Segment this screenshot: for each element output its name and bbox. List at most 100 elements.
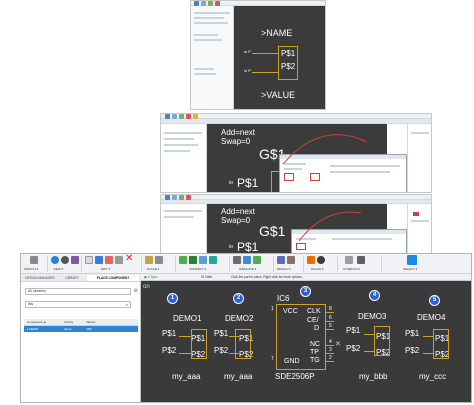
tab-library[interactable]: LIBRARY xyxy=(59,275,85,281)
ic-pin-clk: CLK xyxy=(307,308,321,315)
gate-label: G$1 xyxy=(259,223,286,239)
pin-label: P$1 xyxy=(237,176,259,190)
part-badge: 1 xyxy=(167,293,178,304)
erc-icon xyxy=(307,256,315,264)
schematic-editor-window: SWITCH ▾ VIEW ▾ ✕ EDIT ▾ PLACE ▾ CONNECT… xyxy=(20,253,472,403)
ic-pin-d: D xyxy=(314,325,320,332)
analysis-icon xyxy=(253,256,261,264)
screenshot-device-editor: Add=next Swap=0 G$1 P$1 io xyxy=(160,194,432,254)
junction-icon xyxy=(209,256,217,264)
pin-label: P$1 xyxy=(405,329,420,338)
ribbon-group-place[interactable]: PLACE ▾ xyxy=(143,255,173,273)
pin-direction: io P xyxy=(244,49,251,54)
ribbon-group-select[interactable]: SELECT ▾ xyxy=(401,255,425,273)
part-badge: 3 xyxy=(300,286,311,297)
table-row[interactable]: ▸ DEMO demo ABC xyxy=(24,326,138,332)
row-variant: ABC xyxy=(86,327,93,331)
tab-place-component[interactable]: PLACE COMPONENT xyxy=(87,275,139,281)
ic-pin-number: 1 xyxy=(271,306,274,312)
pin-prefix: io xyxy=(229,180,233,186)
ic-pin-number: 4 xyxy=(329,339,332,345)
ribbon-group-simulate[interactable]: SIMULATE ▾ xyxy=(231,255,271,273)
part-badge: 2 xyxy=(233,293,244,304)
command-hint: Click the part to place. Right click for… xyxy=(231,275,303,279)
right-panel xyxy=(407,124,431,192)
component-table-header: Component ▲ Library Variant xyxy=(24,319,138,326)
ribbon-toolbar: SWITCH ▾ VIEW ▾ ✕ EDIT ▾ PLACE ▾ CONNECT… xyxy=(21,254,471,274)
ic-pin-nc: NC xyxy=(310,341,321,348)
swap-label: Swap=0 xyxy=(221,216,251,225)
pin-label: P$1 xyxy=(237,240,259,254)
part-symbol-demo3[interactable] xyxy=(374,326,390,356)
ribbon-group-rules[interactable]: RULES ▾ xyxy=(305,255,335,273)
connection-arrow xyxy=(298,211,362,242)
swap-label: Swap=0 xyxy=(221,137,251,146)
screenshot-symbol-editor: >NAME >VALUE P$1 P$2 io P io P xyxy=(190,0,326,110)
column-component[interactable]: Component ▲ xyxy=(27,319,46,326)
ic-pin-tp: TP xyxy=(310,349,319,356)
pin-highlight xyxy=(284,173,294,181)
add-label: Add=next xyxy=(221,128,256,137)
ribbon-group-edit[interactable]: ✕ EDIT ▾ xyxy=(83,254,139,273)
ic-pin-number: 8 xyxy=(329,306,332,312)
ic-pin-number: 6 xyxy=(329,315,332,321)
part-name: DEMO4 xyxy=(417,313,446,322)
part-value: my_aaa xyxy=(224,372,253,381)
screenshot-device-editor: Add=next Swap=0 G$1 P$1 io xyxy=(160,113,432,193)
symbol-body[interactable] xyxy=(278,46,298,80)
column-library[interactable]: Library xyxy=(64,319,73,326)
search-icon[interactable]: ⌕ xyxy=(126,302,128,307)
net-count: 91 Nets xyxy=(201,275,212,279)
info-icon xyxy=(51,256,59,264)
cut-icon xyxy=(105,256,113,264)
part-badge: 5 xyxy=(429,295,440,306)
select-icon xyxy=(407,255,417,265)
side-panel xyxy=(161,124,207,192)
grid-indicator[interactable]: ▣ ▾ Sym xyxy=(144,274,157,281)
symbol-icon xyxy=(345,256,353,264)
ribbon-group-symbols[interactable]: SYMBOLS ▾ xyxy=(339,255,379,273)
switch-icon xyxy=(30,256,38,264)
symbol-canvas[interactable]: >NAME >VALUE P$1 P$2 io P io P xyxy=(234,6,325,109)
part-symbol-demo1[interactable] xyxy=(191,329,207,359)
part-value: SDE2506P xyxy=(275,372,315,381)
move-icon xyxy=(95,256,103,264)
ribbon-group-connect[interactable]: CONNECT ▾ xyxy=(177,255,227,273)
sheet-icon xyxy=(287,256,295,264)
ribbon-group-design[interactable]: DESIGN ▾ xyxy=(275,255,301,273)
copy-icon xyxy=(85,256,93,264)
part-symbol-demo2[interactable] xyxy=(235,329,251,359)
canvas-corner-label: on xyxy=(143,284,150,290)
component-search-input[interactable]: lbls ⌕ xyxy=(25,301,131,308)
part-name: DEMO3 xyxy=(358,312,387,321)
no-connect-icon: ✕ xyxy=(335,341,341,348)
right-panel xyxy=(407,204,431,253)
part-symbol-demo4[interactable] xyxy=(433,329,449,359)
probe-icon xyxy=(233,256,241,264)
ic-pin-gnd: GND xyxy=(284,358,300,365)
pin-label: P$1 xyxy=(214,329,229,338)
name-placeholder: >NAME xyxy=(261,28,293,38)
panel-tabs: DESIGN MANAGER LIBRARY PLACE COMPONENT xyxy=(21,274,141,282)
part-name: DEMO1 xyxy=(173,314,202,323)
label-icon xyxy=(199,256,207,264)
pin-label: P$2 xyxy=(405,346,420,355)
column-variant[interactable]: Variant xyxy=(86,319,95,326)
pin-direction: io P xyxy=(244,68,251,73)
tab-design-manager[interactable]: DESIGN MANAGER xyxy=(23,275,57,281)
pad-highlight xyxy=(310,173,320,181)
row-library: demo xyxy=(64,327,72,331)
ic-pin-ce: CE/ xyxy=(307,317,319,324)
layers-icon xyxy=(71,256,79,264)
ribbon-group-switch[interactable]: SWITCH ▾ xyxy=(23,255,45,273)
ribbon-group-view[interactable]: VIEW ▾ xyxy=(49,255,79,273)
side-panel xyxy=(191,6,234,109)
gear-icon[interactable]: ⚙ xyxy=(134,289,138,294)
add-label: Add=next xyxy=(221,207,256,216)
text-icon xyxy=(155,256,163,264)
library-filter-select[interactable]: All Libraries ⚙ xyxy=(25,288,138,295)
eye-icon xyxy=(61,256,69,264)
part-value: my_aaa xyxy=(172,372,201,381)
pin-label: P$2 xyxy=(162,346,177,355)
pin-label: P$1 xyxy=(162,329,177,338)
